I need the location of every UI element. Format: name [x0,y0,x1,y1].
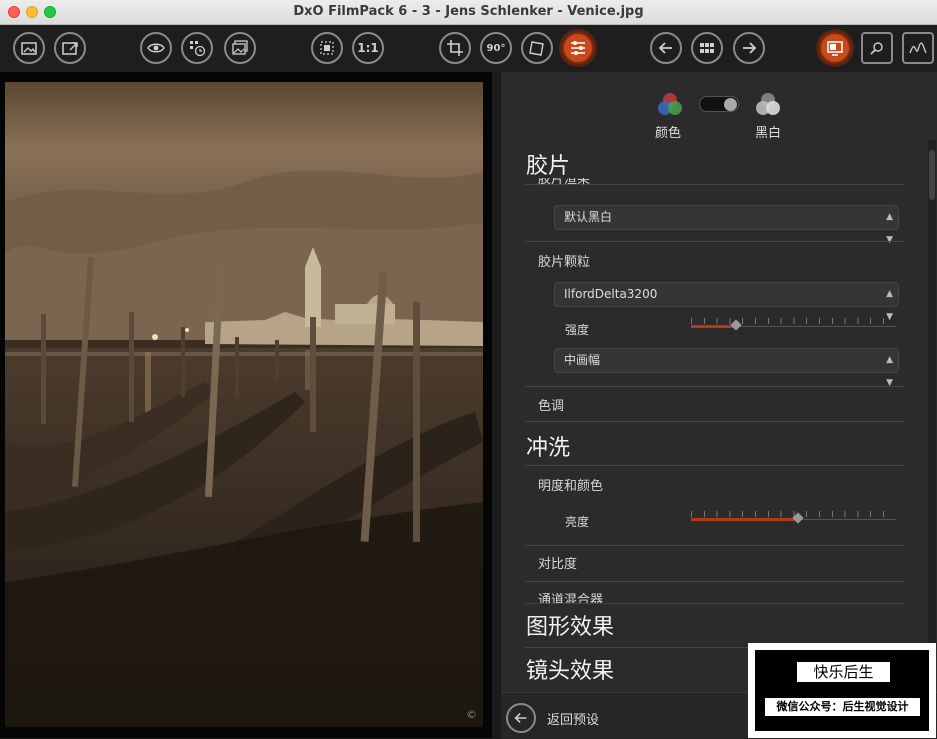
slider-fill [691,325,736,328]
brightness-color-label[interactable]: 明度和颜色 [538,475,603,494]
film-render-select[interactable]: 默认黑白 ▲ ▼ [554,205,899,245]
panel-scrollbar[interactable] [928,140,936,690]
back-to-presets-button[interactable] [506,703,536,733]
copyright-icon: © [466,708,477,721]
rotate-button[interactable]: 90° [480,32,512,64]
arrow-left-icon [658,42,672,54]
film-render-label: 胶片渲染 [538,178,591,187]
watermark-subtitle: 微信公众号：后生视觉设计 [765,698,920,716]
select-arrows-icon: ▲ ▼ [886,355,893,388]
straighten-button[interactable] [521,32,553,64]
slider-ticks [691,318,896,324]
adjustments-button[interactable] [562,32,594,64]
straighten-icon [529,41,544,56]
import-image-button[interactable] [13,32,45,64]
bw-mode-label: 黑白 [755,126,782,141]
channel-mixer-label[interactable]: 通道混合器 [538,589,603,603]
eye-icon [147,43,165,53]
contrast-label[interactable]: 对比度 [538,553,577,572]
brightness-slider[interactable] [691,511,896,525]
title-bar: DxO FilmPack 6 - 3 - Jens Schlenker - Ve… [0,0,937,25]
export-image-button[interactable] [54,32,86,64]
adjustment-panel: 颜色 黑白 胶片 胶片渲染 默认黑白 ▲ ▼ 胶片颗粒 IlfordDelta32… [501,72,937,739]
color-circles-icon [658,93,682,115]
grain-size-value: 中画幅 [564,353,601,367]
venice-photo: © [5,82,483,727]
fit-screen-icon [320,41,334,55]
crop-icon [447,40,463,56]
histogram-icon [909,42,927,54]
grid-icon [700,43,714,53]
browse-grid-button[interactable] [691,32,723,64]
import-icon [21,42,37,55]
slider-fill [691,518,798,521]
compare-button[interactable] [224,32,256,64]
grid-clock-icon [190,41,206,57]
grain-film-select[interactable]: IlfordDelta3200 ▲ ▼ [554,282,899,322]
arrow-left-icon [514,712,527,724]
section-develop[interactable]: 冲洗 [526,430,570,462]
image-viewer[interactable]: © [0,72,492,738]
divider [525,581,905,582]
back-to-presets-label[interactable]: 返回预设 [547,709,599,728]
divider [525,545,905,546]
preview-button[interactable] [140,32,172,64]
sliders-icon [571,41,585,55]
rotate-90-label: 90° [486,42,506,54]
arrow-right-icon [743,42,757,54]
toggle-knob [724,98,737,111]
loupe-icon [870,42,883,55]
section-lens-effects[interactable]: 镜头效果 [526,653,614,685]
film-grain-label[interactable]: 胶片颗粒 [538,251,590,270]
intensity-slider[interactable] [691,318,896,332]
previous-image-button[interactable] [650,32,682,64]
watermark-title: 快乐后生 [797,662,890,682]
history-button[interactable] [181,32,213,64]
film-render-value: 默认黑白 [564,210,613,224]
window-title: DxO FilmPack 6 - 3 - Jens Schlenker - Ve… [293,4,644,19]
crop-button[interactable] [439,32,471,64]
section-graphic-effects[interactable]: 图形效果 [526,609,614,641]
intensity-label: 强度 [565,323,590,337]
next-image-button[interactable] [733,32,765,64]
color-bw-toggle[interactable] [699,96,739,112]
section-film[interactable]: 胶片 [526,148,570,180]
brightness-label: 亮度 [565,515,590,529]
watermark: 快乐后生 微信公众号：后生视觉设计 [748,643,936,738]
divider [525,421,905,422]
bw-circles-icon [756,93,780,115]
histogram-button[interactable] [902,32,934,64]
grain-film-value: IlfordDelta3200 [564,287,658,301]
grain-size-select[interactable]: 中画幅 ▲ ▼ [554,348,899,388]
scrollbar-thumb[interactable] [929,150,935,200]
divider [525,603,905,604]
fit-to-screen-button[interactable] [311,32,343,64]
toolbar: 1:1 90° [0,25,937,72]
select-arrows-icon: ▲ ▼ [886,212,893,245]
color-mode-switcher: 颜色 黑白 [651,90,791,141]
display-mode-button[interactable] [819,32,851,64]
monitor-icon [827,41,843,56]
color-mode-label: 颜色 [655,126,682,141]
tone-label[interactable]: 色调 [538,395,564,414]
photos-icon [232,40,248,55]
divider [525,241,905,242]
loupe-button[interactable] [861,32,893,64]
zoom-100-button[interactable]: 1:1 [352,32,384,64]
divider [525,465,905,466]
watermark-inner: 快乐后生 微信公众号：后生视觉设计 [755,650,929,731]
export-icon [62,42,78,55]
divider [525,386,905,387]
